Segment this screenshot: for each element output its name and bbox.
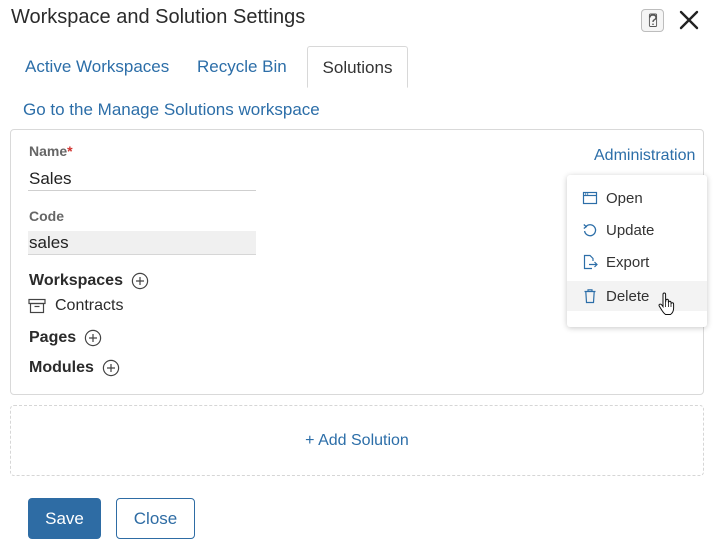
plus-circle-icon [131,272,149,290]
window-icon [582,190,598,206]
workspaces-section: Workspaces [29,272,149,290]
modules-section: Modules [29,359,120,377]
workspace-item[interactable]: Contracts [28,297,123,315]
save-button[interactable]: Save [28,498,101,539]
hand-cursor-icon [658,292,675,315]
name-label-text: Name [29,143,68,159]
workspace-item-label: Contracts [55,297,124,314]
close-dialog-button[interactable] [676,7,702,33]
close-icon [679,10,699,30]
administration-link[interactable]: Administration [594,147,695,165]
code-field: sales [28,231,256,255]
menu-item-update[interactable]: Update [567,215,707,245]
menu-item-export[interactable]: Export [567,247,707,277]
modules-label: Modules [29,359,94,376]
menu-item-delete[interactable]: Delete [567,281,707,311]
tab-active-workspaces[interactable]: Active Workspaces [25,46,169,88]
close-button[interactable]: Close [116,498,195,539]
administration-menu: Open Update Export Delete [567,175,707,327]
code-label: Code [29,208,64,224]
add-module-button[interactable] [102,359,120,377]
workspaces-label: Workspaces [29,272,123,289]
menu-item-update-label: Update [606,221,655,239]
question-mark-icon [648,13,657,27]
menu-item-open-label: Open [606,189,643,207]
tab-solutions[interactable]: Solutions [307,46,408,88]
menu-item-open[interactable]: Open [567,183,707,213]
name-field[interactable]: Sales [28,167,256,191]
plus-circle-icon [84,329,102,347]
add-workspace-button[interactable] [131,272,149,290]
manage-solutions-link[interactable]: Go to the Manage Solutions workspace [23,100,320,120]
help-button[interactable] [641,9,664,32]
menu-item-export-label: Export [606,253,650,271]
pages-section: Pages [29,329,102,347]
trash-icon [582,288,598,304]
pages-label: Pages [29,329,77,346]
tab-bar: Active Workspaces Recycle Bin Solutions [0,46,720,88]
add-page-button[interactable] [84,329,102,347]
required-mark: * [67,143,73,159]
dialog-title: Workspace and Solution Settings [11,6,306,28]
archive-icon [28,298,46,314]
add-solution-button[interactable]: + Add Solution [10,405,704,476]
name-label: Name* [29,143,73,159]
menu-item-delete-label: Delete [606,287,650,305]
plus-circle-icon [102,359,120,377]
tab-recycle-bin[interactable]: Recycle Bin [197,46,287,88]
refresh-icon [582,222,598,238]
export-file-icon [582,254,598,270]
